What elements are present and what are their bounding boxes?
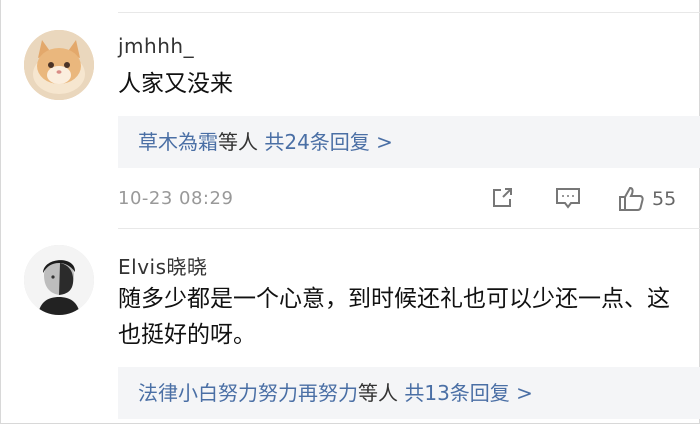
divider — [118, 12, 700, 13]
divider — [118, 228, 700, 229]
comment-actions: 10-23 08:29 55 — [118, 180, 700, 220]
avatar[interactable] — [24, 30, 94, 100]
username[interactable]: jmhhh_ — [118, 34, 194, 58]
comment-text: 人家又没来 — [118, 71, 233, 97]
comment-item: Elvis晓晓 随多少都是一个心意，到时候还礼也可以少还一点、这也挺好的呀。 法… — [0, 235, 700, 425]
comment-text: 随多少都是一个心意，到时候还礼也可以少还一点、这也挺好的呀。 — [118, 286, 670, 348]
reply-mid: 等人 — [358, 381, 405, 405]
timestamp: 10-23 08:29 — [118, 188, 234, 209]
reply-count-link[interactable]: 共24条回复 > — [264, 130, 393, 154]
comment-item: jmhhh_ 人家又没来 草木為霜等人 共24条回复 > 10-23 08:29 — [0, 20, 700, 230]
reply-mid: 等人 — [218, 130, 265, 154]
reply-names[interactable]: 草木為霜 — [138, 130, 218, 154]
person-avatar-image — [24, 245, 94, 315]
reply-names[interactable]: 法律小白努力努力再努力 — [138, 381, 358, 405]
reply-summary[interactable]: 法律小白努力努力再努力等人 共13条回复 > — [118, 367, 700, 419]
like-icon[interactable] — [616, 184, 646, 218]
like-count: 55 — [652, 188, 677, 210]
username[interactable]: Elvis晓晓 — [118, 251, 208, 280]
reply-summary[interactable]: 草木為霜等人 共24条回复 > — [118, 116, 700, 168]
cat-avatar-image — [24, 30, 94, 100]
avatar[interactable] — [24, 245, 94, 315]
reply-count-link[interactable]: 共13条回复 > — [404, 381, 533, 405]
share-icon[interactable] — [488, 184, 516, 216]
comment-icon[interactable] — [553, 184, 583, 216]
